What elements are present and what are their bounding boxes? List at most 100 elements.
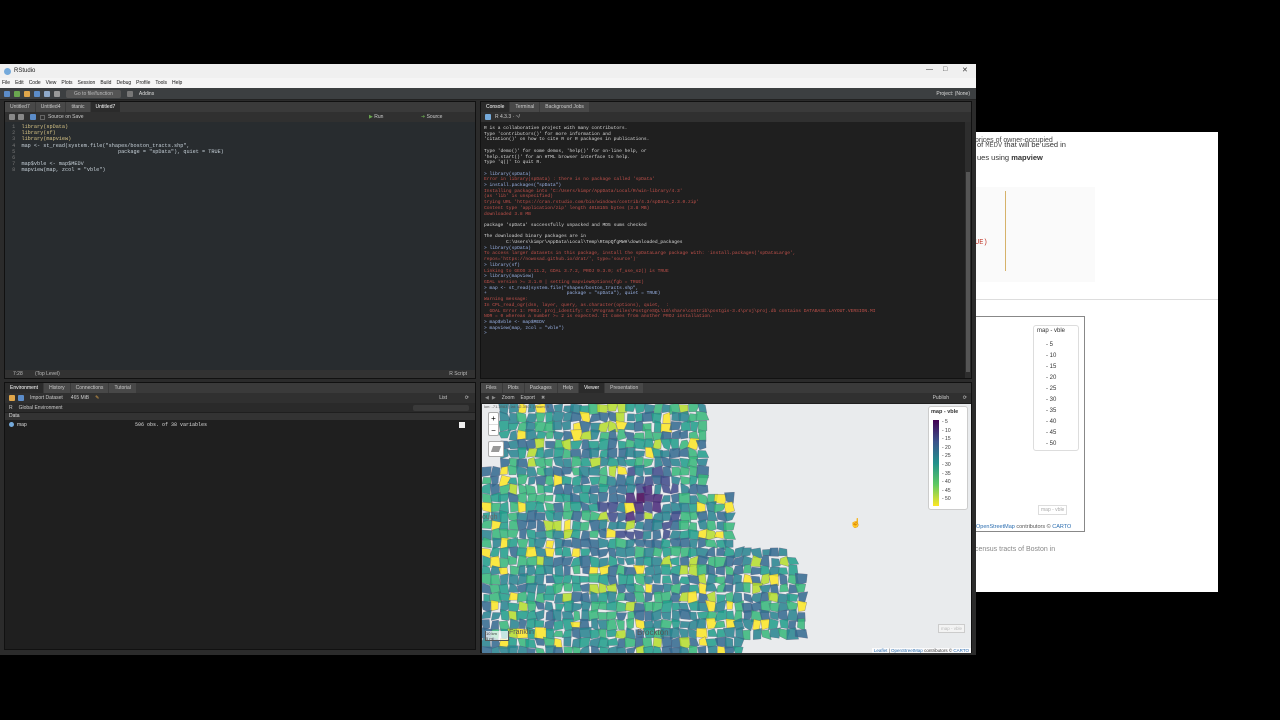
census-tract[interactable] bbox=[698, 429, 707, 442]
census-tract[interactable] bbox=[482, 609, 492, 619]
carto-link[interactable]: CARTO bbox=[953, 648, 969, 653]
menu-item-plots[interactable]: Plots bbox=[61, 80, 72, 86]
census-tract[interactable] bbox=[688, 404, 700, 413]
census-tract[interactable] bbox=[768, 547, 779, 557]
census-tract[interactable] bbox=[525, 638, 537, 649]
census-tract[interactable] bbox=[588, 447, 600, 458]
open-file-icon[interactable] bbox=[24, 90, 30, 97]
save-file-icon[interactable] bbox=[30, 114, 36, 120]
expand-icon[interactable] bbox=[9, 422, 14, 427]
census-tract[interactable] bbox=[489, 466, 501, 478]
source-tab-titanic[interactable]: titanic bbox=[66, 102, 90, 112]
census-tract[interactable] bbox=[669, 546, 682, 557]
census-tract[interactable] bbox=[634, 510, 644, 523]
census-tract[interactable] bbox=[696, 450, 710, 458]
census-tract[interactable] bbox=[491, 612, 502, 621]
census-tract[interactable] bbox=[644, 591, 653, 603]
census-tract[interactable] bbox=[750, 547, 763, 558]
leaflet-map[interactable]: lon: -71.3983 | lat: 42.3401 | zoom: 9 +… bbox=[482, 404, 971, 653]
census-tract[interactable] bbox=[687, 529, 700, 541]
console-tab-terminal[interactable]: Terminal bbox=[510, 102, 540, 112]
goto-file-input[interactable]: Go to file/function bbox=[66, 89, 121, 98]
doc-osm-link[interactable]: OpenStreetMap bbox=[976, 524, 1015, 530]
census-tract[interactable] bbox=[653, 420, 662, 433]
census-tract[interactable] bbox=[695, 410, 710, 422]
census-tract[interactable] bbox=[552, 646, 564, 653]
census-tract[interactable] bbox=[482, 502, 493, 513]
minimize-button[interactable]: — bbox=[926, 66, 933, 73]
census-tract[interactable] bbox=[533, 619, 545, 628]
census-tract[interactable] bbox=[616, 520, 627, 530]
save-icon[interactable] bbox=[34, 90, 40, 97]
census-tract[interactable] bbox=[543, 564, 554, 575]
census-tract[interactable] bbox=[588, 493, 599, 506]
census-tract[interactable] bbox=[662, 411, 671, 424]
census-tract[interactable] bbox=[508, 430, 518, 441]
census-tract[interactable] bbox=[779, 618, 789, 629]
census-tract[interactable] bbox=[651, 519, 664, 533]
census-tract[interactable] bbox=[534, 512, 546, 521]
save-all-icon[interactable] bbox=[44, 90, 50, 97]
census-tract[interactable] bbox=[696, 628, 708, 639]
viewer-tab-help[interactable]: Help bbox=[557, 383, 578, 393]
census-tract[interactable] bbox=[498, 583, 510, 595]
viewer-tab-packages[interactable]: Packages bbox=[524, 383, 557, 393]
close-button[interactable]: ✕ bbox=[962, 66, 968, 74]
census-tract[interactable] bbox=[797, 618, 805, 631]
console-scrollbar[interactable] bbox=[965, 122, 971, 378]
census-tract[interactable] bbox=[605, 527, 617, 538]
census-tract[interactable] bbox=[660, 599, 673, 613]
census-tract[interactable] bbox=[570, 511, 584, 522]
census-tract[interactable] bbox=[786, 556, 799, 565]
language-selector[interactable]: R bbox=[9, 405, 13, 411]
census-tract[interactable] bbox=[750, 566, 762, 576]
census-tract[interactable] bbox=[626, 646, 637, 653]
census-tract[interactable] bbox=[553, 620, 564, 631]
census-tract[interactable] bbox=[507, 645, 519, 653]
census-tract[interactable] bbox=[562, 629, 572, 638]
census-tract[interactable] bbox=[579, 626, 592, 639]
census-tract[interactable] bbox=[626, 413, 636, 422]
census-tract[interactable] bbox=[723, 522, 736, 531]
census-tract[interactable] bbox=[534, 637, 545, 646]
census-tract[interactable] bbox=[506, 449, 519, 458]
census-tract[interactable] bbox=[797, 600, 807, 612]
census-tract[interactable] bbox=[707, 645, 718, 653]
census-tract[interactable] bbox=[633, 609, 645, 622]
console-tab-console[interactable]: Console bbox=[481, 102, 510, 112]
census-tract[interactable] bbox=[552, 630, 564, 638]
census-tract[interactable] bbox=[777, 547, 788, 556]
print-icon[interactable] bbox=[54, 90, 60, 97]
zoom-out-button[interactable]: − bbox=[489, 424, 498, 436]
census-tract[interactable] bbox=[624, 546, 635, 557]
osm-link[interactable]: OpenStreetMap bbox=[891, 648, 923, 653]
refresh-icon[interactable]: ⟳ bbox=[465, 395, 469, 401]
environment-row-map[interactable]: map 506 obs. of 38 variables bbox=[5, 421, 475, 429]
census-tract[interactable] bbox=[526, 519, 537, 531]
census-tract[interactable] bbox=[597, 548, 610, 559]
census-tract[interactable] bbox=[724, 492, 735, 504]
census-tract[interactable] bbox=[482, 483, 491, 495]
source-button[interactable]: ➜ Source bbox=[421, 114, 442, 120]
census-tract[interactable] bbox=[606, 404, 618, 412]
menu-item-debug[interactable]: Debug bbox=[116, 80, 131, 86]
census-tract[interactable] bbox=[572, 582, 582, 592]
census-tract[interactable] bbox=[615, 546, 627, 558]
census-tract[interactable] bbox=[553, 447, 565, 458]
census-tract[interactable] bbox=[645, 583, 653, 594]
census-tract[interactable] bbox=[732, 645, 744, 653]
census-tract[interactable] bbox=[753, 628, 762, 640]
view-data-icon[interactable] bbox=[459, 422, 465, 428]
census-tract[interactable] bbox=[500, 608, 510, 621]
census-tract[interactable] bbox=[606, 611, 618, 621]
census-tract[interactable] bbox=[561, 420, 571, 431]
census-tract[interactable] bbox=[561, 475, 572, 486]
census-tract[interactable] bbox=[563, 582, 573, 592]
census-tract[interactable] bbox=[624, 592, 636, 604]
project-menu[interactable]: Project: (None) bbox=[936, 91, 970, 97]
census-tract[interactable] bbox=[724, 574, 734, 585]
new-project-icon[interactable] bbox=[14, 90, 20, 97]
census-tract[interactable] bbox=[742, 582, 751, 593]
maximize-button[interactable]: □ bbox=[943, 66, 947, 73]
census-tract[interactable] bbox=[608, 465, 617, 478]
